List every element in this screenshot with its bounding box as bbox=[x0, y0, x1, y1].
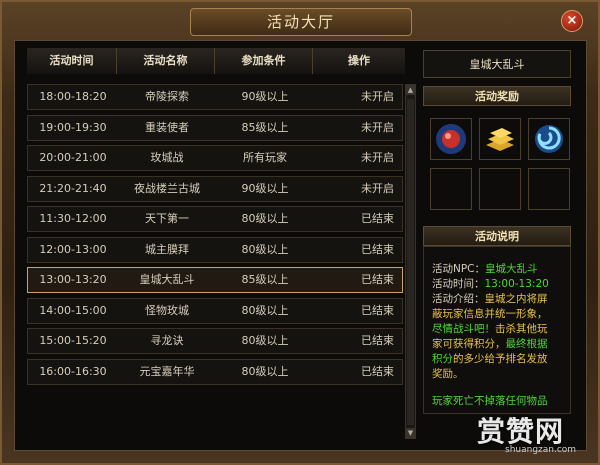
reward-slot[interactable] bbox=[479, 168, 521, 210]
death-note: 玩家死亡不掉落任何物品 bbox=[432, 395, 548, 407]
scroll-down-icon[interactable]: ▼ bbox=[406, 428, 415, 438]
watermark-url: shuangzan.com bbox=[505, 445, 577, 455]
row-name: 怪物玫城 bbox=[145, 303, 189, 317]
table-row[interactable]: 20:00-21:00 玫城战 所有玩家 未开启 bbox=[27, 145, 403, 171]
row-requirement: 80级以上 bbox=[241, 212, 289, 225]
intro-text: 家可获得积分， bbox=[432, 338, 506, 350]
row-status: 已结束 bbox=[361, 273, 394, 286]
row-status: 已结束 bbox=[361, 334, 394, 347]
row-time: 19:00-19:30 bbox=[39, 120, 107, 134]
row-time: 12:00-13:00 bbox=[39, 242, 107, 256]
row-name: 玫城战 bbox=[150, 151, 184, 164]
row-requirement: 85级以上 bbox=[241, 120, 289, 134]
red-orb-icon bbox=[436, 124, 466, 154]
rewards-header: 活动奖励 bbox=[423, 86, 571, 106]
description-header: 活动说明 bbox=[423, 226, 571, 246]
npc-label: 活动NPC： bbox=[432, 263, 486, 275]
table-header: 活动时间 活动名称 参加条件 操作 bbox=[27, 48, 405, 74]
row-name: 城主膜拜 bbox=[145, 242, 189, 256]
activity-title: 皇城大乱斗 bbox=[423, 50, 571, 78]
row-requirement: 85级以上 bbox=[241, 273, 289, 286]
reward-slot[interactable] bbox=[528, 118, 570, 160]
row-status: 未开启 bbox=[361, 151, 394, 164]
row-requirement: 80级以上 bbox=[241, 303, 289, 317]
reward-slot[interactable] bbox=[528, 168, 570, 210]
intro-text: 最终根据 bbox=[505, 338, 548, 350]
row-name: 重装使者 bbox=[145, 120, 189, 134]
reward-slot[interactable] bbox=[430, 118, 472, 160]
intro-text: 的多少给予排名发放 bbox=[453, 353, 548, 365]
row-status: 已结束 bbox=[361, 242, 394, 256]
table-row[interactable]: 11:30-12:00 天下第一 80级以上 已结束 bbox=[27, 206, 403, 232]
row-name: 元宝嘉年华 bbox=[139, 364, 195, 378]
table-row-selected[interactable]: 13:00-13:20 皇城大乱斗 85级以上 已结束 bbox=[27, 267, 403, 293]
table-row[interactable]: 12:00-13:00 城主膜拜 80级以上 已结束 bbox=[27, 236, 403, 263]
intro-text: 蔽玩家信息并统一形象， bbox=[432, 308, 548, 320]
row-time: 11:30-12:00 bbox=[39, 212, 107, 225]
row-time: 14:00-15:00 bbox=[39, 303, 107, 317]
row-status: 已结束 bbox=[361, 303, 394, 317]
reward-slot[interactable] bbox=[479, 118, 521, 160]
gold-bars-icon bbox=[486, 128, 514, 151]
row-time: 13:00-13:20 bbox=[39, 273, 107, 286]
header-requirement: 参加条件 bbox=[215, 48, 313, 74]
intro-text: 积分 bbox=[432, 353, 453, 365]
npc-value: 皇城大乱斗 bbox=[485, 263, 538, 275]
row-status: 已结束 bbox=[361, 212, 394, 225]
row-status: 已结束 bbox=[361, 364, 394, 378]
table-row[interactable]: 16:00-16:30 元宝嘉年华 80级以上 已结束 bbox=[27, 358, 403, 385]
row-name: 夜战楼兰古城 bbox=[134, 181, 200, 195]
table-row[interactable]: 21:20-21:40 夜战楼兰古城 90级以上 未开启 bbox=[27, 175, 403, 202]
table-row[interactable]: 19:00-19:30 重装使者 85级以上 未开启 bbox=[27, 114, 403, 141]
header-time: 活动时间 bbox=[27, 48, 117, 74]
row-time: 16:00-16:30 bbox=[39, 364, 107, 378]
activity-list: 18:00-18:20 帝陵探索 90级以上 未开启 19:00-19:30 重… bbox=[27, 84, 403, 389]
window-title: 活动大厅 bbox=[190, 8, 412, 36]
row-requirement: 所有玩家 bbox=[243, 151, 287, 164]
intro-label: 活动介绍： bbox=[432, 293, 485, 305]
row-name: 寻龙诀 bbox=[150, 334, 184, 347]
row-requirement: 80级以上 bbox=[241, 242, 289, 256]
scroll-up-icon[interactable]: ▲ bbox=[406, 85, 415, 95]
activity-description: 活动NPC：皇城大乱斗 活动时间：13:00-13:20 活动介绍：皇城之内将屏… bbox=[423, 246, 571, 414]
blue-swirl-icon bbox=[535, 125, 563, 153]
row-status: 未开启 bbox=[361, 120, 394, 134]
table-row[interactable]: 18:00-18:20 帝陵探索 90级以上 未开启 bbox=[27, 84, 403, 110]
list-scrollbar[interactable]: ▲ ▼ bbox=[405, 84, 416, 439]
header-action: 操作 bbox=[313, 48, 405, 74]
row-requirement: 90级以上 bbox=[241, 90, 289, 103]
intro-text: 击杀其他玩 bbox=[495, 323, 548, 335]
row-time: 18:00-18:20 bbox=[39, 90, 107, 103]
intro-text: 尽情战斗吧！ bbox=[432, 323, 495, 335]
time-label: 活动时间： bbox=[432, 278, 485, 290]
row-time: 20:00-21:00 bbox=[39, 151, 107, 164]
table-row[interactable]: 15:00-15:20 寻龙诀 80级以上 已结束 bbox=[27, 328, 403, 354]
watermark-logo: 赏赞网 bbox=[477, 415, 565, 448]
row-status: 未开启 bbox=[361, 90, 394, 103]
row-name: 天下第一 bbox=[145, 212, 189, 225]
reward-slot[interactable] bbox=[430, 168, 472, 210]
row-name: 皇城大乱斗 bbox=[139, 273, 195, 286]
table-row[interactable]: 14:00-15:00 怪物玫城 80级以上 已结束 bbox=[27, 297, 403, 324]
row-requirement: 80级以上 bbox=[241, 334, 289, 347]
close-button[interactable]: × bbox=[561, 10, 583, 32]
row-status: 未开启 bbox=[361, 181, 394, 195]
scroll-track[interactable] bbox=[407, 99, 414, 425]
intro-text: 奖励。 bbox=[432, 368, 464, 380]
row-time: 15:00-15:20 bbox=[39, 334, 107, 347]
row-requirement: 80级以上 bbox=[241, 364, 289, 378]
row-time: 21:20-21:40 bbox=[39, 181, 107, 195]
row-name: 帝陵探索 bbox=[145, 90, 189, 103]
intro-text: 皇城之内将屏 bbox=[484, 293, 548, 305]
row-requirement: 90级以上 bbox=[241, 181, 289, 195]
time-value: 13:00-13:20 bbox=[484, 278, 549, 290]
header-name: 活动名称 bbox=[117, 48, 215, 74]
